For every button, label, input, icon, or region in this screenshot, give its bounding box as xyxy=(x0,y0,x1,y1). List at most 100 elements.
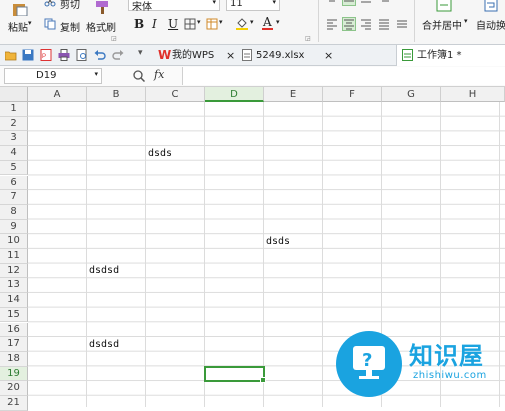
zoom-icon[interactable] xyxy=(133,70,145,82)
paste-label: 粘贴 xyxy=(8,23,28,34)
chevron-down-icon: ▾ xyxy=(272,0,276,6)
formula-input[interactable] xyxy=(182,67,505,85)
row-header-3[interactable]: 3 xyxy=(0,131,28,147)
tab-5249-xlsx[interactable]: 5249.xlsx × xyxy=(240,45,340,66)
dialog-launcher-icon[interactable]: ◲ xyxy=(111,35,117,42)
row-header-12[interactable]: 12 xyxy=(0,263,28,279)
column-header-b[interactable]: B xyxy=(87,87,146,102)
align-top-icon xyxy=(329,0,335,2)
selected-cell-outline[interactable] xyxy=(204,365,266,384)
align-top-button[interactable] xyxy=(326,0,340,6)
auto-wrap-button[interactable]: 自动换 xyxy=(474,0,505,38)
row-header-4[interactable]: 4 xyxy=(0,146,28,161)
spreadsheet-file-icon xyxy=(402,49,413,61)
close-icon[interactable]: × xyxy=(226,45,235,66)
align-right-button[interactable] xyxy=(360,17,374,31)
customize-toolbar-icon[interactable]: ▾ xyxy=(138,48,143,58)
column-header-h[interactable]: H xyxy=(441,87,505,102)
dialog-launcher-icon[interactable]: ◲ xyxy=(305,35,311,42)
table-style-icon xyxy=(206,18,218,30)
ribbon-divider xyxy=(414,0,415,42)
row-header-1[interactable]: 1 xyxy=(0,102,28,117)
merge-cells-icon xyxy=(436,0,452,12)
underline-button[interactable]: U xyxy=(168,17,178,31)
document-tab-bar: P ▾ W 我的WPS × 5249.xlsx × 工作簿1 * xyxy=(0,44,505,66)
column-header-a[interactable]: A xyxy=(28,87,87,102)
font-color-button[interactable]: A ▾ xyxy=(262,15,284,31)
format-painter-button[interactable]: 格式刷 xyxy=(86,0,118,40)
bold-button[interactable]: B xyxy=(134,17,144,31)
font-size-select[interactable]: 11 ▾ xyxy=(226,0,280,11)
open-folder-icon[interactable] xyxy=(5,50,17,61)
row-header-6[interactable]: 6 xyxy=(0,175,28,191)
paste-button[interactable]: 粘贴 ▾ xyxy=(6,2,34,42)
row-header-11[interactable]: 11 xyxy=(0,249,28,264)
column-header-f[interactable]: F xyxy=(323,87,382,102)
row-header-13[interactable]: 13 xyxy=(0,278,28,294)
row-header-19[interactable]: 19 xyxy=(0,366,28,382)
cell-b17[interactable]: dsdsd xyxy=(87,338,119,352)
row-header-15[interactable]: 15 xyxy=(0,307,28,323)
chevron-down-icon: ▾ xyxy=(219,18,223,26)
insert-function-button[interactable]: fx xyxy=(154,68,164,81)
align-left-button[interactable] xyxy=(326,17,340,31)
format-brush-icon xyxy=(96,1,108,14)
tab-workbook1[interactable]: 工作簿1 * xyxy=(396,45,505,66)
merge-center-button[interactable]: 合并居中 ▾ xyxy=(420,0,470,38)
chevron-down-icon: ▾ xyxy=(212,0,216,6)
chevron-down-icon[interactable]: ▾ xyxy=(94,70,98,78)
column-header-g[interactable]: G xyxy=(382,87,441,102)
row-header-17[interactable]: 17 xyxy=(0,337,28,352)
save-icon[interactable] xyxy=(22,49,34,61)
indent-button[interactable] xyxy=(378,0,392,6)
row-header-16[interactable]: 16 xyxy=(0,322,28,338)
row-header-2[interactable]: 2 xyxy=(0,116,28,132)
column-header-e[interactable]: E xyxy=(264,87,323,102)
font-name-select[interactable]: 宋体 ▾ xyxy=(128,0,220,13)
print-icon[interactable] xyxy=(58,49,70,61)
print-preview-icon[interactable] xyxy=(76,49,88,61)
borders-icon xyxy=(184,18,196,30)
tab-label: 工作簿1 * xyxy=(417,50,462,61)
row-header-5[interactable]: 5 xyxy=(0,160,28,176)
row-header-8[interactable]: 8 xyxy=(0,204,28,220)
row-header-21[interactable]: 21 xyxy=(0,396,28,411)
font-name-value: 宋体 xyxy=(132,2,152,13)
select-all-corner[interactable] xyxy=(0,87,28,102)
fill-color-button[interactable]: ▾ xyxy=(236,17,258,31)
redo-icon[interactable] xyxy=(112,49,124,61)
name-box[interactable]: D19 ▾ xyxy=(4,68,102,84)
italic-button[interactable]: I xyxy=(152,17,157,31)
row-header-18[interactable]: 18 xyxy=(0,351,28,367)
cell-c4[interactable]: dsds xyxy=(146,147,172,161)
tab-my-wps[interactable]: W 我的WPS × xyxy=(156,45,248,66)
row-header-10[interactable]: 10 xyxy=(0,234,28,249)
export-pdf-icon[interactable]: P xyxy=(40,49,52,61)
column-header-d[interactable]: D xyxy=(205,87,264,102)
cell-style-button[interactable]: ▾ xyxy=(206,17,226,31)
align-center-button[interactable] xyxy=(342,17,356,31)
fill-handle[interactable] xyxy=(260,377,266,384)
auto-wrap-label: 自动换 xyxy=(476,21,505,32)
row-header-14[interactable]: 14 xyxy=(0,293,28,308)
watermark-url: zhishiwu.com xyxy=(413,370,487,381)
chevron-down-icon: ▾ xyxy=(464,17,468,25)
close-icon[interactable]: × xyxy=(324,45,333,66)
align-middle-button[interactable] xyxy=(342,0,356,6)
distributed-button[interactable] xyxy=(396,17,410,31)
wrap-text-icon xyxy=(484,0,498,12)
undo-icon[interactable] xyxy=(94,49,106,61)
paste-icon xyxy=(13,4,28,16)
spreadsheet-file-icon xyxy=(242,49,252,61)
wps-logo-icon: W xyxy=(158,48,172,62)
align-bottom-button[interactable] xyxy=(360,0,374,6)
cell-b12[interactable]: dsdsd xyxy=(87,264,119,278)
paint-bucket-icon xyxy=(236,18,248,30)
justify-button[interactable] xyxy=(378,17,392,31)
row-header-9[interactable]: 9 xyxy=(0,219,28,235)
cell-e10[interactable]: dsds xyxy=(264,235,290,249)
row-header-7[interactable]: 7 xyxy=(0,190,28,205)
borders-button[interactable]: ▾ xyxy=(184,17,204,31)
column-header-c[interactable]: C xyxy=(146,87,205,102)
row-header-20[interactable]: 20 xyxy=(0,381,28,396)
